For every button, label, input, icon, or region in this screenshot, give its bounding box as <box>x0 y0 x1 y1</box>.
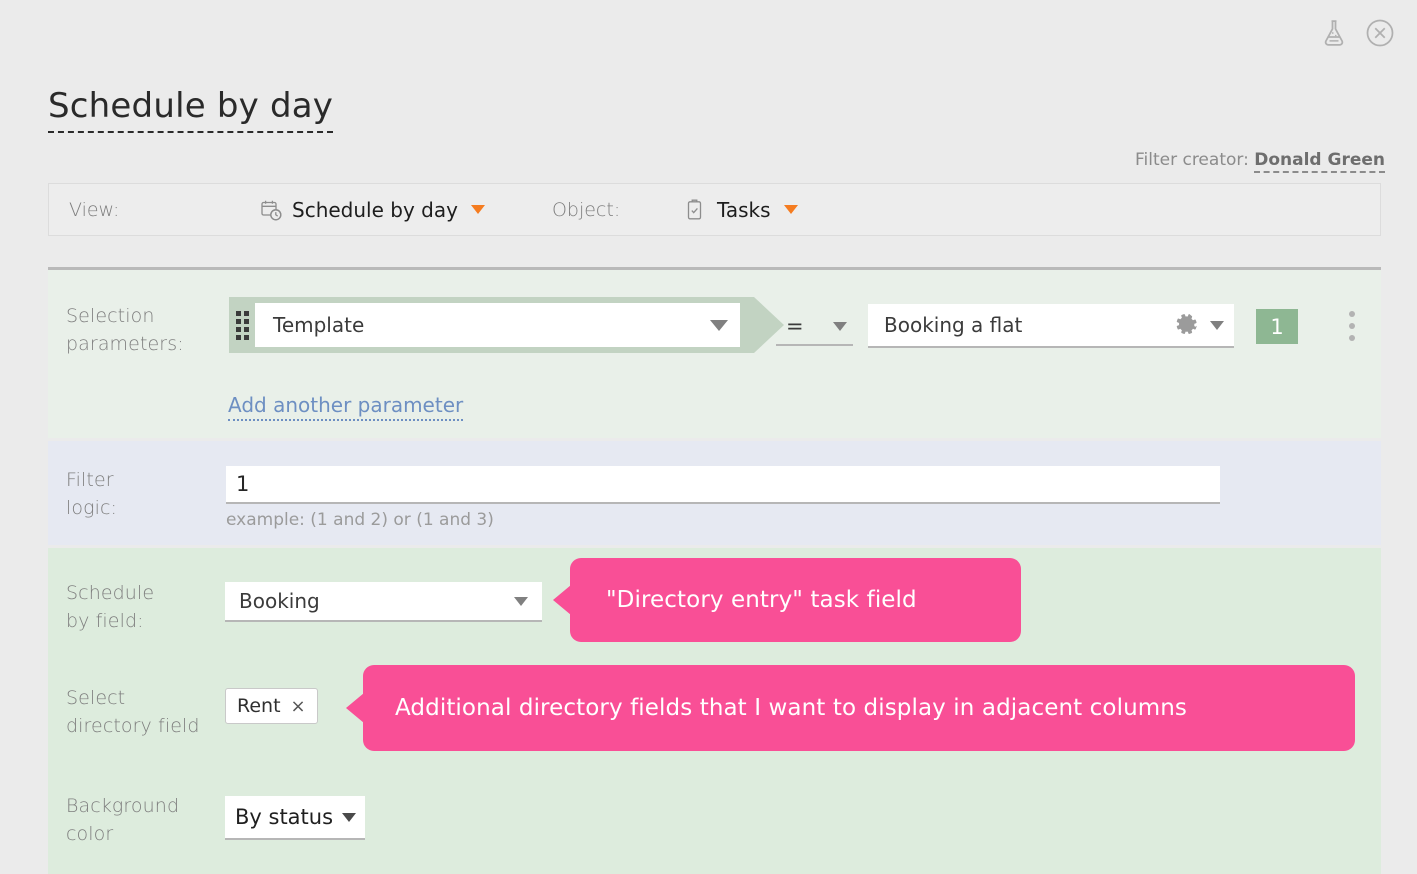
flask-icon[interactable] <box>1319 18 1349 48</box>
directory-field-chip[interactable]: Rent × <box>225 688 318 724</box>
object-label: Object: <box>551 198 621 221</box>
chevron-down-icon <box>710 319 728 331</box>
background-color-label-line1: Background <box>66 795 180 817</box>
chevron-down-icon <box>833 321 847 331</box>
view-value: Schedule by day <box>292 197 458 222</box>
calendar-clock-icon <box>259 198 283 222</box>
selection-parameters-label: Selection parameters: <box>66 302 184 358</box>
object-value: Tasks <box>716 197 771 222</box>
parameter-more-menu[interactable] <box>1340 308 1364 344</box>
directory-field-chip-label: Rent <box>237 695 281 717</box>
parameter-value-select[interactable]: Booking a flat <box>868 304 1234 348</box>
parameter-value: Booking a flat <box>884 313 1023 337</box>
schedule-by-field-select[interactable]: Booking <box>225 582 542 622</box>
selection-parameters-label-line1: Selection <box>66 305 155 327</box>
filter-creator-label: Filter creator: <box>1134 150 1249 170</box>
view-selector[interactable]: Schedule by day <box>259 198 485 222</box>
filter-logic-label-line1: Filter <box>66 469 114 491</box>
parameter-field-select[interactable]: Template <box>255 303 740 347</box>
select-directory-field-label: Select directory field <box>66 684 200 740</box>
callout-directory-entry-text: "Directory entry" task field <box>606 587 917 613</box>
filter-creator-name[interactable]: Donald Green <box>1254 150 1385 173</box>
selection-parameters-section: Selection parameters: Template = Booking… <box>48 270 1381 438</box>
view-object-bar: View: Schedule by day Object: Tasks <box>48 183 1381 236</box>
background-color-label-line2: color <box>66 823 114 845</box>
selection-parameters-label-line2: parameters: <box>66 333 184 355</box>
select-directory-field-label-line1: Select <box>66 687 126 709</box>
filter-logic-section: Filter logic: example: (1 and 2) or (1 a… <box>48 441 1381 545</box>
background-color-value: By status <box>235 805 334 829</box>
callout-additional-fields-text: Additional directory fields that I want … <box>395 695 1188 721</box>
filter-logic-input[interactable] <box>226 466 1220 504</box>
filter-settings-page: Schedule by day Filter creator: Donald G… <box>0 0 1417 874</box>
callout-directory-entry: "Directory entry" task field <box>570 558 1021 642</box>
schedule-by-field-label-line2: by field: <box>66 610 144 632</box>
remove-chip-icon[interactable]: × <box>291 696 306 717</box>
background-color-label: Background color <box>66 792 179 848</box>
chevron-down-icon <box>342 812 357 822</box>
close-icon[interactable] <box>1365 18 1395 48</box>
parameter-index-badge: 1 <box>1256 309 1298 344</box>
operator-value: = <box>786 314 804 338</box>
page-title[interactable]: Schedule by day <box>48 84 334 133</box>
background-color-select[interactable]: By status <box>225 796 366 840</box>
schedule-by-field-label-line1: Schedule <box>66 582 155 604</box>
gear-icon[interactable] <box>1174 312 1200 338</box>
clipboard-check-icon <box>684 198 708 222</box>
parameter-row: Template <box>229 297 784 353</box>
parameter-field-value: Template <box>273 313 365 337</box>
filter-logic-label: Filter logic: <box>66 466 117 522</box>
filter-logic-label-line2: logic: <box>66 497 118 519</box>
add-another-parameter-link[interactable]: Add another parameter <box>228 393 464 421</box>
schedule-by-field-label: Schedule by field: <box>66 579 154 635</box>
schedule-by-field-value: Booking <box>239 589 320 613</box>
drag-handle-icon[interactable] <box>229 297 255 353</box>
filter-logic-hint: example: (1 and 2) or (1 and 3) <box>226 510 494 530</box>
select-directory-field-label-line2: directory field <box>66 715 200 737</box>
chevron-down-icon <box>470 205 485 214</box>
object-selector[interactable]: Tasks <box>684 198 798 222</box>
chevron-down-icon <box>783 205 798 214</box>
chevron-down-icon <box>514 596 528 606</box>
filter-creator: Filter creator: Donald Green <box>1134 150 1385 173</box>
chevron-down-icon <box>1210 320 1224 330</box>
callout-additional-fields: Additional directory fields that I want … <box>363 665 1355 751</box>
window-controls <box>1319 18 1395 48</box>
view-label: View: <box>69 198 120 221</box>
operator-select[interactable]: = <box>776 308 853 346</box>
